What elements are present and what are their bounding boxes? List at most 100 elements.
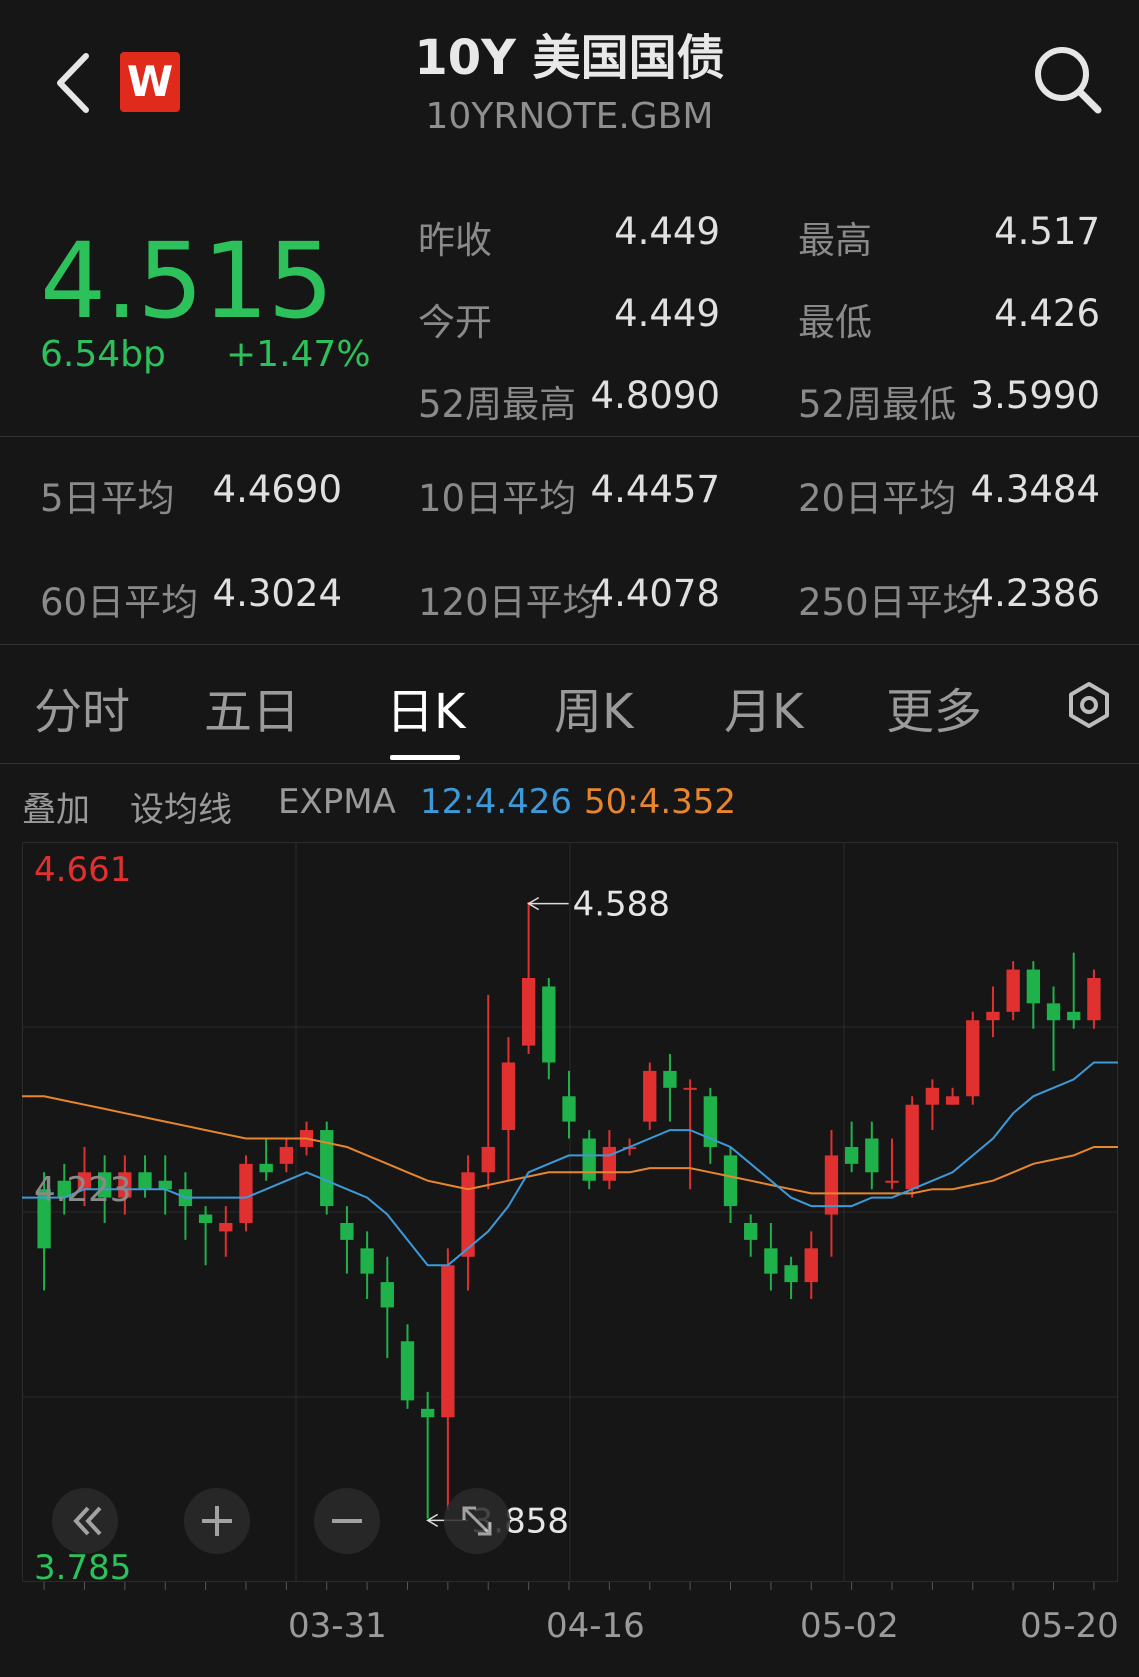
current-price: 4.515 — [40, 220, 334, 342]
divider — [0, 763, 1139, 764]
stat-label: 最低 — [798, 301, 872, 344]
set-ma-button[interactable]: 设均线 — [130, 782, 232, 831]
candle-body — [1087, 978, 1101, 1021]
ema12-value: 12:4.426 — [420, 782, 573, 822]
fullscreen-button[interactable] — [444, 1488, 510, 1554]
avg-label: 10日平均 — [418, 477, 577, 520]
zoom-out-icon — [332, 1519, 362, 1523]
candle-body — [239, 1163, 253, 1223]
candle-body — [1067, 1011, 1081, 1021]
candle-body — [219, 1222, 233, 1232]
candle-body — [1026, 969, 1041, 1004]
candle-body — [663, 1070, 677, 1088]
candle-body — [804, 1248, 818, 1283]
stat-value: 3.5990 — [970, 374, 1100, 417]
candle-body — [925, 1087, 940, 1105]
candle-body — [966, 1020, 980, 1097]
avg-label: 60日平均 — [40, 581, 199, 624]
x-tick-label: 04-16 — [546, 1606, 645, 1646]
y-mid-label: 4.223 — [34, 1170, 132, 1210]
stat-label: 昨收 — [418, 219, 492, 262]
candle-body — [380, 1282, 394, 1308]
candles-group — [37, 901, 1101, 1519]
ticker-symbol: 10YRNOTE.GBM — [425, 96, 714, 137]
candle-body — [844, 1146, 859, 1164]
tab-daily-k[interactable]: 日K — [386, 672, 465, 742]
y-top-label: 4.661 — [34, 850, 132, 890]
candle-body — [643, 1070, 657, 1122]
y-bottom-label: 3.785 — [34, 1548, 132, 1588]
avg-label: 5日平均 — [40, 477, 175, 520]
avg-value: 4.4690 — [212, 468, 342, 511]
indicator-name[interactable]: EXPMA — [278, 782, 396, 822]
candle-body — [198, 1214, 213, 1223]
avg-value: 4.3024 — [212, 572, 342, 615]
divider — [0, 436, 1139, 437]
candle-body — [683, 1087, 697, 1090]
tab-intraday[interactable]: 分时 — [34, 672, 130, 742]
candle-body — [905, 1104, 919, 1190]
tab-monthly-k[interactable]: 月K — [724, 672, 803, 742]
candle-body — [158, 1180, 172, 1190]
avg-value: 4.4078 — [590, 572, 720, 615]
candle-body — [744, 1222, 758, 1240]
active-tab-indicator — [390, 755, 460, 760]
double-chevron-left-icon — [73, 1506, 102, 1536]
avg-value: 4.4457 — [590, 468, 720, 511]
candle-body — [986, 1011, 1000, 1021]
tab-more[interactable]: 更多 — [886, 672, 982, 742]
candle-body — [259, 1163, 273, 1173]
candle-body — [542, 986, 556, 1063]
stat-value: 4.426 — [994, 292, 1100, 335]
candle-body — [1046, 1003, 1061, 1021]
stat-value: 4.8090 — [590, 374, 720, 417]
candle-body — [885, 1180, 899, 1183]
candle-body — [723, 1155, 738, 1207]
divider — [0, 644, 1139, 645]
stat-value: 4.449 — [614, 292, 720, 335]
candle-body — [521, 978, 536, 1046]
x-tick-label: 05-20 — [1020, 1606, 1119, 1646]
page-title: 10Y 美国国债 — [414, 30, 725, 86]
stat-label: 52周最低 — [798, 383, 957, 426]
change-bp: 6.54bp — [40, 334, 166, 375]
x-tick-label: 03-31 — [288, 1606, 387, 1646]
avg-label: 20日平均 — [798, 477, 957, 520]
candle-body — [945, 1096, 960, 1105]
candlestick-chart[interactable]: 4.5883.858 — [22, 842, 1118, 1592]
zoom-out-button[interactable] — [314, 1488, 380, 1554]
candle-body — [360, 1248, 374, 1274]
zoom-in-button[interactable] — [184, 1488, 250, 1554]
candle-body — [562, 1096, 576, 1122]
candle-body — [784, 1265, 798, 1283]
candle-body — [400, 1341, 415, 1401]
overlay-button[interactable]: 叠加 — [22, 782, 90, 831]
stat-label: 今开 — [418, 301, 492, 344]
candle-body — [1006, 969, 1020, 1012]
x-tick-label: 05-02 — [800, 1606, 899, 1646]
candle-body — [602, 1146, 617, 1181]
candle-body — [340, 1222, 354, 1240]
candle-body — [441, 1265, 455, 1418]
change-percent: +1.47% — [226, 334, 371, 375]
avg-value: 4.2386 — [970, 572, 1100, 615]
candle-body — [279, 1146, 294, 1164]
tab-five-day[interactable]: 五日 — [204, 672, 300, 742]
max-label: 4.588 — [573, 885, 670, 925]
fullscreen-icon — [462, 1506, 492, 1536]
candle-body — [764, 1248, 778, 1274]
candle-body — [481, 1146, 495, 1173]
zoom-in-icon — [202, 1506, 232, 1536]
ema50-value: 50:4.352 — [584, 782, 737, 822]
stat-value: 4.449 — [614, 210, 720, 253]
candle-body — [865, 1138, 879, 1173]
search-icon[interactable] — [1030, 42, 1106, 118]
candle-body — [421, 1408, 435, 1418]
stat-label: 52周最高 — [418, 383, 577, 426]
tab-weekly-k[interactable]: 周K — [554, 672, 633, 742]
stat-label: 最高 — [798, 219, 872, 262]
settings-icon[interactable] — [1066, 682, 1112, 728]
candle-body — [582, 1138, 596, 1181]
scroll-left-button[interactable] — [52, 1488, 118, 1554]
candle-body — [138, 1172, 152, 1190]
